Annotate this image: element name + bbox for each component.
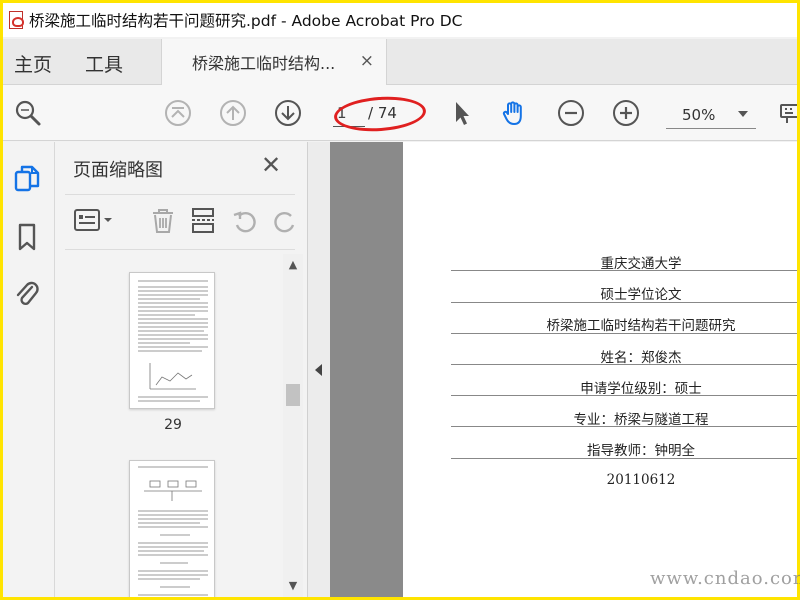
tab-home[interactable]: 主页 xyxy=(14,50,52,77)
panel-title: 页面缩略图 xyxy=(73,160,163,181)
thumbnail-options-icon[interactable] xyxy=(73,207,119,235)
chevron-down-icon xyxy=(738,111,748,117)
tab-document[interactable]: 桥梁施工临时结构... × xyxy=(161,39,387,85)
zoom-search-icon[interactable] xyxy=(14,99,42,127)
delete-page-icon[interactable] xyxy=(149,207,177,235)
tab-tools[interactable]: 工具 xyxy=(85,50,123,77)
collapse-panel-icon[interactable] xyxy=(315,364,322,376)
title-bar: 桥梁施工临时结构若干问题研究.pdf - Adobe Acrobat Pro D… xyxy=(3,3,797,37)
scrollbar-thumb[interactable] xyxy=(286,384,300,406)
hand-tool-icon[interactable] xyxy=(500,99,528,127)
author-name: 姓名：郑俊杰 xyxy=(600,350,682,366)
window-title: 桥梁施工临时结构若干问题研究.pdf - Adobe Acrobat Pro D… xyxy=(29,12,463,30)
total-pages: / 74 xyxy=(368,104,397,122)
thumbnail-page-preview xyxy=(138,280,208,402)
document-view[interactable]: 重庆交通大学 硕士学位论文 桥梁施工临时结构若干问题研究 姓名：郑俊杰 申请学位… xyxy=(330,142,797,597)
thumbnail-list: 29 xyxy=(55,254,307,597)
thumbnail-page-30[interactable] xyxy=(129,460,215,597)
bookmark-icon[interactable] xyxy=(13,222,41,252)
document-page: 重庆交通大学 硕士学位论文 桥梁施工临时结构若干问题研究 姓名：郑俊杰 申请学位… xyxy=(403,142,797,597)
university-name: 重庆交通大学 xyxy=(600,256,682,272)
thumbnail-page-29[interactable] xyxy=(129,272,215,409)
tab-bar: 主页 工具 桥梁施工临时结构... × xyxy=(3,39,797,85)
advisor: 指导教师：钟明全 xyxy=(587,443,695,459)
zoom-level-select[interactable]: 50% xyxy=(666,99,756,129)
select-arrow-icon[interactable] xyxy=(447,99,475,127)
thumbnail-tools xyxy=(65,194,295,250)
prev-page-icon[interactable] xyxy=(219,99,247,127)
close-tab-icon[interactable]: × xyxy=(360,51,374,71)
thesis-title: 桥梁施工临时结构若干问题研究 xyxy=(546,318,736,334)
degree-level: 申请学位级别：硕士 xyxy=(580,381,702,397)
toolbar: 1 / 74 50% xyxy=(3,85,797,141)
first-page-icon[interactable] xyxy=(164,99,192,127)
insert-page-icon[interactable] xyxy=(189,207,217,235)
rotate-right-icon[interactable] xyxy=(271,207,295,235)
date: 20110612 xyxy=(606,472,676,488)
current-page-input[interactable]: 1 xyxy=(333,99,365,127)
page-thumbnails-icon[interactable] xyxy=(13,164,41,194)
chevron-up-icon[interactable]: ▲ xyxy=(286,258,300,272)
close-panel-icon[interactable]: ✕ xyxy=(261,151,281,179)
zoom-level-value: 50% xyxy=(682,106,716,124)
chevron-down-icon[interactable]: ▼ xyxy=(286,579,300,593)
acrobat-window: 桥梁施工临时结构若干问题研究.pdf - Adobe Acrobat Pro D… xyxy=(3,3,797,597)
pdf-app-icon xyxy=(9,11,24,29)
rotate-left-icon[interactable] xyxy=(231,207,259,235)
attachment-icon[interactable] xyxy=(13,278,41,308)
degree-type: 硕士学位论文 xyxy=(600,287,682,303)
zoom-out-icon[interactable] xyxy=(557,99,585,127)
keyboard-icon[interactable] xyxy=(779,99,797,127)
thumbnail-page-preview xyxy=(138,466,208,596)
zoom-in-icon[interactable] xyxy=(612,99,640,127)
major: 专业：桥梁与隧道工程 xyxy=(573,412,709,428)
thumbnail-scrollbar[interactable]: ▲ ▼ xyxy=(283,254,303,597)
thumbnail-page-label: 29 xyxy=(164,417,182,433)
left-rail xyxy=(3,142,55,597)
panel-splitter[interactable] xyxy=(307,142,330,597)
next-page-icon[interactable] xyxy=(274,99,302,127)
document-tab-label: 桥梁施工临时结构... xyxy=(192,54,336,73)
page-thumbnails-panel: 页面缩略图 ✕ 29 ▲ ▼ xyxy=(55,142,307,597)
